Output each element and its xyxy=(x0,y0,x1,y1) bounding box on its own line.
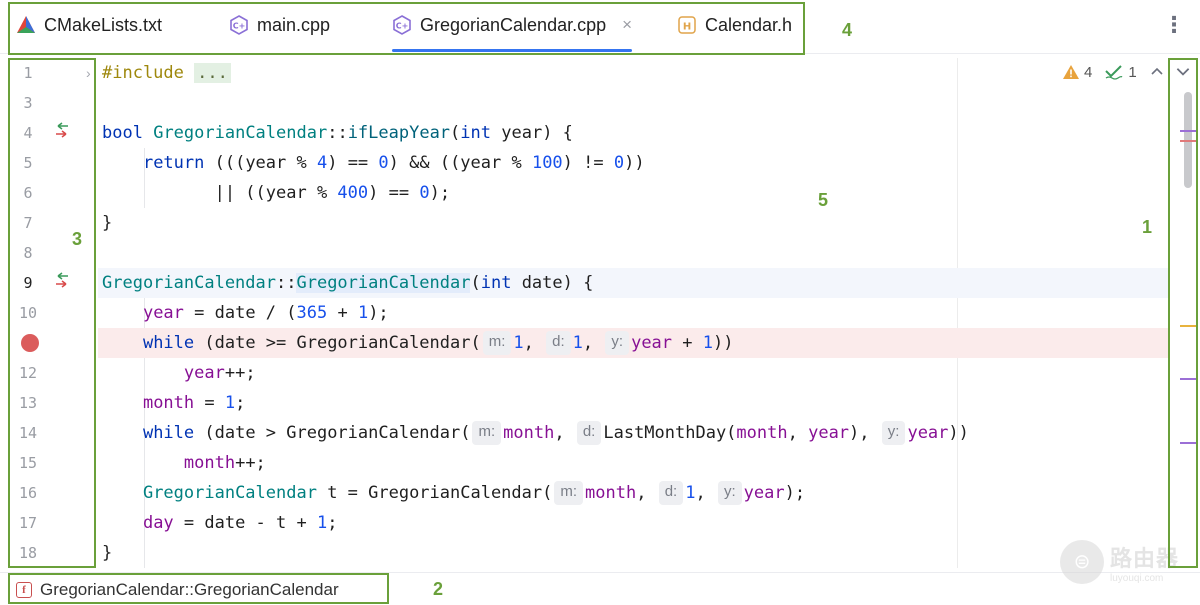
tab-main-cpp[interactable]: C+ main.cpp xyxy=(229,0,330,50)
breadcrumb[interactable]: f GregorianCalendar::GregorianCalendar xyxy=(16,579,339,601)
function-icon: f xyxy=(16,582,32,598)
parameter-hint: d: xyxy=(576,421,602,445)
line-number[interactable]: 8 xyxy=(8,238,48,268)
code-line-5[interactable]: return (((year % 4) == 0) && ((year % 10… xyxy=(98,148,1168,178)
code-line-16[interactable]: GregorianCalendar t = GregorianCalendar(… xyxy=(98,478,1168,508)
parameter-hint: d: xyxy=(546,331,571,355)
header-file-icon: H xyxy=(677,15,697,35)
annotation-label-5: 5 xyxy=(818,190,829,210)
annotation-label-3: 3 xyxy=(72,229,83,249)
line-number[interactable]: 9 xyxy=(8,268,48,298)
parameter-hint: y: xyxy=(717,481,742,505)
parameter-hint: m: xyxy=(482,331,512,355)
breakpoint-icon[interactable] xyxy=(21,334,39,352)
line-number[interactable]: 3 xyxy=(8,88,48,118)
warning-icon xyxy=(1063,65,1079,79)
more-vertical-icon[interactable]: ⋮ xyxy=(1163,8,1185,42)
code-line-17[interactable]: day = date - t + 1; xyxy=(98,508,1168,538)
cpp-file-icon: C+ xyxy=(392,15,412,35)
editor-tab-bar: CMakeLists.txt C+ main.cpp C+ GregorianC… xyxy=(0,0,1200,54)
error-stripe-mark[interactable] xyxy=(1180,130,1196,132)
tab-label: GregorianCalendar.cpp xyxy=(420,14,607,35)
annotation-label-2: 2 xyxy=(433,579,444,599)
line-number[interactable]: 15 xyxy=(8,448,48,478)
tab-calendar-h[interactable]: H Calendar.h xyxy=(677,0,792,50)
line-number[interactable]: 12 xyxy=(8,358,48,388)
line-number[interactable]: 4 xyxy=(8,118,48,148)
fold-expand-icon[interactable]: › xyxy=(86,62,91,84)
weak-warning-icon xyxy=(1105,65,1123,80)
line-number[interactable]: 5 xyxy=(8,148,48,178)
line-number[interactable]: 13 xyxy=(8,388,48,418)
code-line-18[interactable]: } xyxy=(98,538,1168,568)
editor-gutter: 1 › 3 4 5 6 7 8 9 10 12 13 14 15 16 17 1… xyxy=(8,58,98,568)
line-number[interactable]: 17 xyxy=(8,508,48,538)
error-stripe-mark[interactable] xyxy=(1180,325,1196,327)
annotation-label-1: 1 xyxy=(1142,217,1153,237)
router-logo-icon: ⊜ xyxy=(1060,540,1104,584)
tab-gregoriancalendar-cpp[interactable]: C+ GregorianCalendar.cpp × xyxy=(392,0,633,52)
line-number[interactable]: 7 xyxy=(8,208,48,238)
navigate-declaration-icon[interactable] xyxy=(52,268,78,298)
svg-text:C+: C+ xyxy=(396,22,409,31)
weak-warning-count: 1 xyxy=(1128,63,1137,81)
parameter-hint: y: xyxy=(881,421,906,445)
svg-text:C+: C+ xyxy=(233,22,246,31)
code-editor[interactable]: #include ... bool GregorianCalendar::ifL… xyxy=(98,58,1168,568)
code-line-14[interactable]: while (date > GregorianCalendar(m: month,… xyxy=(98,418,1168,448)
chevron-up-icon[interactable] xyxy=(1149,64,1165,80)
line-number[interactable]: 18 xyxy=(8,538,48,568)
svg-text:H: H xyxy=(683,22,691,33)
code-line-13[interactable]: month = 1; xyxy=(98,388,1168,418)
cmake-icon xyxy=(16,15,36,35)
tab-label: Calendar.h xyxy=(705,14,793,35)
tab-label: CMakeLists.txt xyxy=(44,14,163,35)
breadcrumb-label: GregorianCalendar::GregorianCalendar xyxy=(40,580,339,599)
inspection-widget[interactable]: 4 1 xyxy=(1062,60,1165,84)
parameter-hint: m: xyxy=(554,481,584,505)
line-number[interactable]: 1 xyxy=(8,58,48,88)
line-number[interactable]: 6 xyxy=(8,178,48,208)
line-number[interactable]: 10 xyxy=(8,298,48,328)
error-stripe-mark[interactable] xyxy=(1180,378,1196,380)
error-stripe-mark[interactable] xyxy=(1180,140,1196,142)
parameter-hint: d: xyxy=(658,481,684,505)
cpp-file-icon: C+ xyxy=(229,15,249,35)
folded-region[interactable]: ... xyxy=(194,63,231,83)
code-line-1[interactable]: #include ... xyxy=(98,58,1168,88)
tab-label: main.cpp xyxy=(257,14,331,35)
line-number[interactable]: 14 xyxy=(8,418,48,448)
tab-cmakelists[interactable]: CMakeLists.txt xyxy=(16,0,162,50)
code-line-11-breakpoint[interactable]: while (date >= GregorianCalendar(m: 1, d:… xyxy=(98,328,1168,358)
code-line-7[interactable]: } xyxy=(98,208,1168,238)
line-number[interactable]: 16 xyxy=(8,478,48,508)
error-stripe-mark[interactable] xyxy=(1180,442,1196,444)
code-line-4[interactable]: bool GregorianCalendar::ifLeapYear(int y… xyxy=(98,118,1168,148)
code-line-9-current[interactable]: GregorianCalendar::GregorianCalendar(int… xyxy=(98,268,1168,298)
code-line-15[interactable]: month++; xyxy=(98,448,1168,478)
watermark: ⊜ 路由器 luyouqi.com xyxy=(1060,540,1179,584)
parameter-hint: y: xyxy=(605,331,630,355)
annotation-label-4: 4 xyxy=(842,20,853,40)
code-line-6[interactable]: || ((year % 400) == 0); xyxy=(98,178,1168,208)
warning-count: 4 xyxy=(1084,63,1093,81)
breadcrumb-bar: f GregorianCalendar::GregorianCalendar xyxy=(0,572,1200,605)
chevron-down-icon[interactable] xyxy=(1174,62,1192,80)
parameter-hint: m: xyxy=(472,421,502,445)
navigate-declaration-icon[interactable] xyxy=(52,118,78,148)
code-line-10[interactable]: year = date / (365 + 1); xyxy=(98,298,1168,328)
code-line-12[interactable]: year++; xyxy=(98,358,1168,388)
close-icon[interactable]: × xyxy=(622,15,632,35)
